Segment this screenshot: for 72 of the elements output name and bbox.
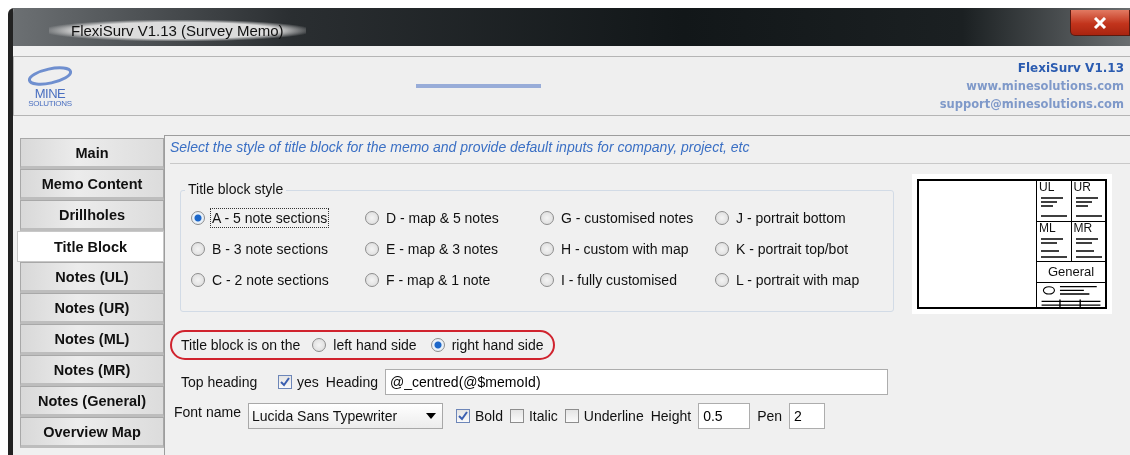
field-label: Heading <box>325 374 378 390</box>
checkbox[interactable] <box>278 375 292 389</box>
radio-button[interactable] <box>715 273 729 287</box>
radio-button[interactable] <box>540 273 554 287</box>
side-label: Title block is on the <box>181 337 301 353</box>
sidebar-tab[interactable]: Notes (ML) <box>20 324 164 355</box>
checkbox-option[interactable]: Bold <box>455 408 503 424</box>
sidebar-tab[interactable]: Notes (UL) <box>20 262 164 293</box>
description-text: Select the style of title block for the memo and provide default inputs for company, project, etc <box>170 136 1130 164</box>
radio-button[interactable] <box>540 211 554 225</box>
product-name: FlexiSurv V1.13 <box>1017 60 1124 77</box>
preview-label: UL <box>1039 181 1056 193</box>
logo-text: MINE <box>34 86 66 100</box>
close-icon <box>1093 16 1107 29</box>
sidebar-tab[interactable]: Title Block <box>17 231 164 262</box>
sidebar-tab[interactable]: Notes (General) <box>20 386 164 417</box>
sidebar-tab[interactable]: Notes (MR) <box>20 355 164 386</box>
radio-button[interactable] <box>191 242 205 256</box>
radio-option[interactable]: G - customised notes <box>540 208 715 228</box>
checkbox[interactable] <box>455 409 470 423</box>
sidebar-tab[interactable]: Main <box>20 138 164 169</box>
checkbox[interactable] <box>564 409 579 423</box>
preview-label: ML <box>1039 221 1057 234</box>
field-label: Font name <box>174 404 241 420</box>
radio-option[interactable]: H - custom with map <box>540 239 715 259</box>
radio-button[interactable] <box>365 211 379 225</box>
radio-option[interactable]: J - portrait bottom <box>715 208 895 228</box>
radio-option[interactable]: F - map & 1 note <box>365 270 540 290</box>
radio-button[interactable] <box>540 242 554 256</box>
height-field[interactable]: 0.5 <box>698 403 751 429</box>
text-lines-icon <box>1073 194 1104 218</box>
radio-option[interactable]: D - map & 5 notes <box>365 208 540 228</box>
preview-label: General <box>1037 262 1105 284</box>
radio-button[interactable] <box>191 211 205 225</box>
pen-field[interactable]: 2 <box>789 403 826 429</box>
dropdown-caret-icon <box>425 413 436 419</box>
preview-label: UR <box>1073 181 1092 193</box>
font-dropdown[interactable]: Lucida Sans Typewriter <box>247 403 443 429</box>
radio-button[interactable] <box>715 242 729 256</box>
radio-button[interactable] <box>365 273 379 287</box>
window-title: FlexiSurv V1.13 (Survey Memo) <box>49 20 306 41</box>
radio-option[interactable]: I - fully customised <box>540 270 715 290</box>
heading-field[interactable]: @_centred(@$memoId) <box>384 369 888 395</box>
radio-option[interactable]: E - map & 3 notes <box>365 239 540 259</box>
sidebar-tab[interactable]: Drillholes <box>20 200 164 231</box>
field-label: Top heading <box>181 374 259 390</box>
close-button[interactable] <box>1070 10 1130 36</box>
radio-option[interactable]: left hand side <box>312 335 419 355</box>
checkbox-option[interactable]: Underline <box>564 408 644 424</box>
radio-option[interactable]: K - portrait top/bot <box>715 239 895 259</box>
checkbox-option[interactable]: yes <box>278 374 319 390</box>
radio-button[interactable] <box>312 338 327 352</box>
field-label: Pen <box>757 408 783 424</box>
field-label: Height <box>650 408 692 424</box>
radio-button[interactable] <box>365 242 379 256</box>
radio-option[interactable]: B - 3 note sections <box>191 239 365 259</box>
checkbox-option[interactable]: Italic <box>509 408 558 424</box>
logo-icon <box>27 64 73 87</box>
radio-option[interactable]: right hand side <box>430 335 546 355</box>
checkbox[interactable] <box>509 409 524 423</box>
sidebar-tab[interactable]: Overview Map <box>20 417 164 448</box>
sidebar-tab[interactable]: Notes (UR) <box>20 293 164 324</box>
logo-subtext: SOLUTIONS <box>28 99 72 108</box>
radio-option[interactable]: C - 2 note sections <box>191 270 365 290</box>
sidebar-tab[interactable]: Memo Content <box>20 169 164 200</box>
radio-button[interactable] <box>191 273 205 287</box>
text-lines-icon <box>1039 194 1069 218</box>
group-label: Title block style <box>185 181 287 197</box>
preview-label: MR <box>1073 221 1094 234</box>
radio-option[interactable]: L - portrait with map <box>715 270 895 290</box>
radio-button[interactable] <box>430 338 445 352</box>
radio-button[interactable] <box>715 211 729 225</box>
